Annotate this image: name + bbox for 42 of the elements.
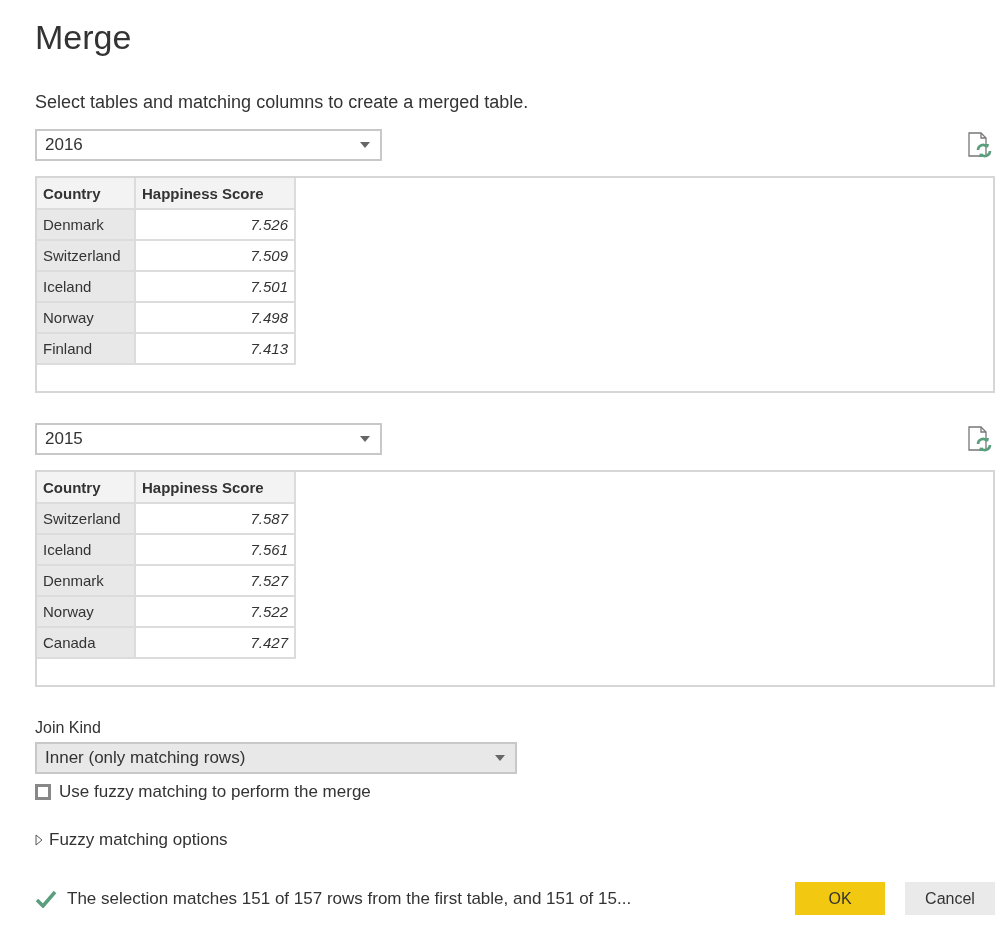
table-cell: 7.413 (135, 333, 295, 364)
cancel-button[interactable]: Cancel (905, 882, 995, 915)
dialog-title: Merge (35, 17, 133, 58)
caret-icon (495, 755, 505, 761)
table-cell: 7.527 (135, 565, 295, 596)
checkbox-label: Use fuzzy matching to perform the merge (59, 782, 371, 802)
status-message: The selection matches 151 of 157 rows from the first table, and 151 of 15... (67, 888, 633, 909)
dialog-description: Select tables and matching columns to create a merged table. (35, 91, 530, 113)
table-cell: Iceland (37, 271, 135, 302)
column-header[interactable]: Country (37, 178, 135, 209)
refresh-file-icon[interactable] (968, 426, 992, 452)
table-cell: 7.526 (135, 209, 295, 240)
table-cell: 7.501 (135, 271, 295, 302)
table-cell: Denmark (37, 565, 135, 596)
table-cell: Iceland (37, 534, 135, 565)
join-kind-label: Join Kind (35, 718, 102, 738)
table-cell: 7.498 (135, 302, 295, 333)
checkmark-icon (35, 889, 57, 908)
fuzzy-options-expander[interactable]: Fuzzy matching options (35, 830, 228, 850)
table-cell: 7.522 (135, 596, 295, 627)
column-header[interactable]: Country (37, 472, 135, 503)
table-cell: 7.587 (135, 503, 295, 534)
column-header[interactable]: Happiness Score (135, 178, 295, 209)
table-cell: Norway (37, 596, 135, 627)
caret-icon (360, 436, 370, 442)
checkbox[interactable] (35, 784, 51, 800)
caret-icon (360, 142, 370, 148)
ok-button[interactable]: OK (795, 882, 885, 915)
table-cell: Norway (37, 302, 135, 333)
table-cell: 7.561 (135, 534, 295, 565)
table-dropdown[interactable]: 2016 (35, 129, 382, 161)
column-header[interactable]: Happiness Score (135, 472, 295, 503)
table-cell: Denmark (37, 209, 135, 240)
table-dropdown[interactable]: 2015 (35, 423, 382, 455)
refresh-file-icon[interactable] (968, 132, 992, 158)
table-cell: Canada (37, 627, 135, 658)
table-cell: Switzerland (37, 240, 135, 271)
table-cell: Switzerland (37, 503, 135, 534)
table-cell: Finland (37, 333, 135, 364)
join-kind-dropdown[interactable]: Inner (only matching rows) (35, 742, 517, 774)
table-cell: 7.509 (135, 240, 295, 271)
table-cell: 7.427 (135, 627, 295, 658)
